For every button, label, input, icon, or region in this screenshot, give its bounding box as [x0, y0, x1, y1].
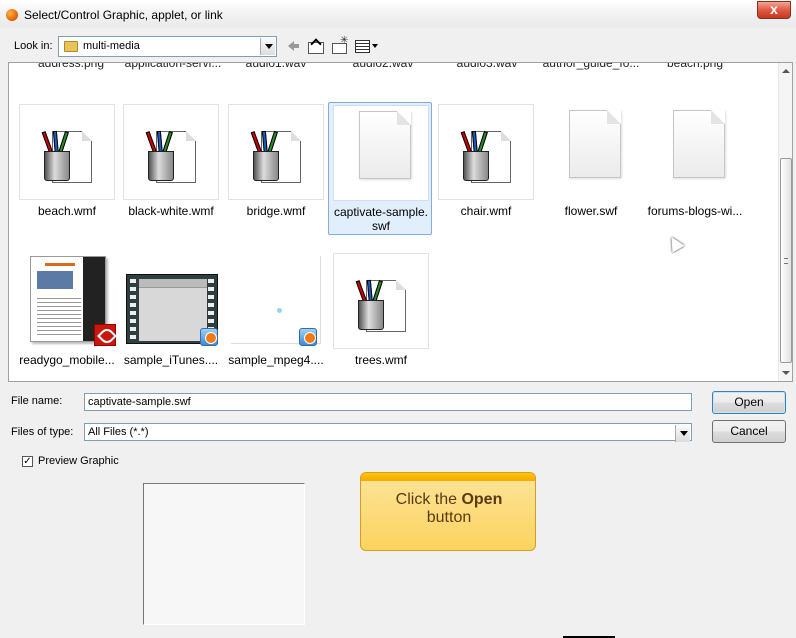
new-folder-icon[interactable]	[331, 35, 349, 55]
file-name: chair.wmf	[460, 204, 512, 218]
pdf-icon	[94, 324, 116, 346]
instruction-callout: Click the Open button	[360, 472, 536, 551]
video-thumbnail-icon	[228, 253, 324, 349]
scroll-down-icon[interactable]	[782, 371, 790, 375]
dialog-window: Select/Control Graphic, applet, or link …	[0, 0, 796, 638]
file-tile[interactable]: forums-blogs-wi...	[643, 104, 747, 234]
wmf-pencil-cup-icon	[228, 104, 324, 200]
file-tile[interactable]: flower.swf	[539, 104, 643, 234]
view-menu-icon[interactable]	[354, 37, 380, 55]
chevron-down-icon[interactable]	[675, 425, 690, 442]
file-name: flower.swf	[564, 204, 618, 218]
blank-document-icon	[333, 105, 429, 201]
scroll-up-icon[interactable]	[782, 69, 790, 73]
filename-label: File name:	[11, 395, 63, 407]
wmf-pencil-cup-icon	[438, 104, 534, 200]
filename-input[interactable]: captivate-sample.swf	[84, 393, 692, 411]
close-button[interactable]: x	[757, 1, 791, 19]
file-tile[interactable]: sample_iTunes....	[119, 253, 223, 373]
file-name: forums-blogs-wi...	[647, 204, 743, 218]
file-label[interactable]: audio1.wav	[228, 63, 324, 70]
folder-icon	[64, 41, 78, 52]
file-tile[interactable]: chair.wmf	[434, 104, 538, 234]
preview-label: Preview Graphic	[38, 455, 119, 467]
callout-bold: Open	[461, 491, 503, 508]
file-list-pane[interactable]: address.png application-servi... audio1.…	[8, 62, 793, 382]
file-label[interactable]: author_guide_fo...	[539, 63, 643, 70]
file-label[interactable]: address.png	[23, 63, 119, 70]
back-arrow-icon[interactable]	[285, 37, 303, 55]
wmf-pencil-cup-icon	[333, 253, 429, 349]
file-name: black-white.wmf	[128, 204, 214, 218]
preview-area	[143, 483, 305, 625]
file-name: trees.wmf	[354, 353, 407, 367]
title-bar: Select/Control Graphic, applet, or link …	[0, 0, 796, 28]
wmf-pencil-cup-icon	[123, 104, 219, 200]
file-label[interactable]: audio3.wav	[439, 63, 535, 70]
chevron-down-icon[interactable]	[260, 38, 275, 55]
lookin-dropdown[interactable]: multi-media	[58, 36, 277, 57]
play-icon	[200, 328, 218, 346]
lookin-label: Look in:	[14, 40, 53, 52]
filetype-value: All Files (*.*)	[88, 426, 149, 438]
file-name: readygo_mobile...	[19, 353, 115, 367]
blank-document-icon	[543, 104, 639, 200]
scroll-thumb[interactable]	[780, 158, 792, 363]
file-label[interactable]: application-servi...	[123, 63, 223, 70]
window-title: Select/Control Graphic, applet, or link	[24, 8, 223, 22]
filetype-dropdown[interactable]: All Files (*.*)	[84, 423, 692, 442]
pdf-thumbnail-icon	[19, 253, 116, 349]
file-tile[interactable]: black-white.wmf	[119, 104, 223, 234]
app-icon	[6, 9, 18, 21]
lookin-value: multi-media	[83, 40, 140, 52]
up-folder-icon[interactable]	[306, 37, 324, 55]
file-name: beach.wmf	[37, 204, 97, 218]
file-tile[interactable]: bridge.wmf	[224, 104, 328, 234]
file-name: sample_iTunes....	[123, 353, 219, 367]
file-tile-selected[interactable]: captivate-sample.swf	[328, 102, 432, 235]
preview-checkbox[interactable]: ✓	[22, 456, 33, 467]
open-button[interactable]: Open	[712, 391, 786, 414]
play-icon	[299, 328, 317, 346]
file-label[interactable]: audio2.wav	[335, 63, 431, 70]
callout-text: Click the Open button	[361, 491, 535, 527]
blank-document-icon	[647, 104, 743, 200]
cancel-button[interactable]: Cancel	[712, 420, 786, 443]
callout-prefix: Click the	[395, 491, 462, 508]
video-thumbnail-icon	[123, 253, 219, 349]
file-name: bridge.wmf	[246, 204, 306, 218]
file-name: captivate-sample.swf	[333, 205, 429, 233]
file-tile[interactable]: sample_mpeg4....	[224, 253, 328, 373]
file-tile[interactable]: readygo_mobile...	[15, 253, 119, 373]
filetype-label: Files of type:	[11, 426, 74, 438]
file-label[interactable]: beach.png	[647, 63, 743, 70]
callout-suffix: button	[426, 509, 472, 526]
vertical-scrollbar[interactable]	[778, 63, 792, 381]
wmf-pencil-cup-icon	[19, 104, 115, 200]
file-tile[interactable]: beach.wmf	[15, 104, 119, 234]
file-tile[interactable]: trees.wmf	[329, 253, 433, 373]
file-name: sample_mpeg4....	[228, 353, 324, 367]
